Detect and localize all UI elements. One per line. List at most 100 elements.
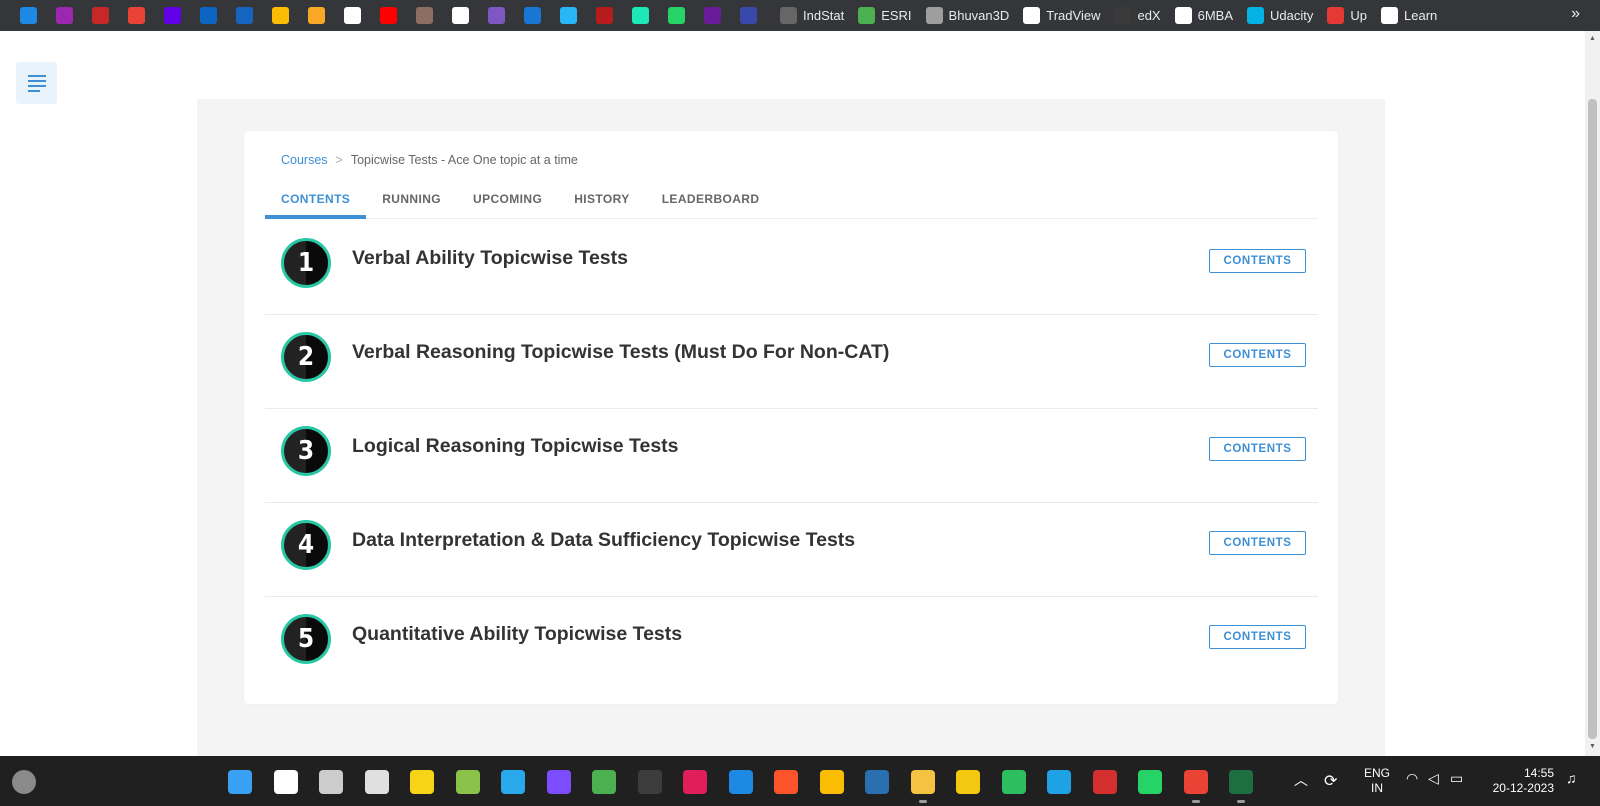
linkedin-icon[interactable] <box>199 7 217 24</box>
breadcrumb-separator: > <box>335 153 343 167</box>
mail-app-icon[interactable] <box>729 770 753 794</box>
u-logo-icon[interactable] <box>487 7 505 24</box>
bookmark-bhuvan3d[interactable]: Bhuvan3D <box>925 7 1010 24</box>
running-indicator <box>919 800 927 803</box>
topic-title[interactable]: Verbal Ability Topicwise Tests <box>352 247 628 270</box>
clock-time: 14:55 <box>1523 766 1554 780</box>
tab-running[interactable]: RUNNING <box>366 189 457 219</box>
list-item: 4 Data Interpretation & Data Sufficiency … <box>265 503 1318 597</box>
menu-list-icon[interactable] <box>16 62 57 104</box>
scroll-thumb[interactable] <box>1588 99 1597 739</box>
tab-leaderboard[interactable]: LEADERBOARD <box>646 189 776 219</box>
notepad-icon[interactable] <box>456 770 480 794</box>
bookmark-up[interactable]: Up <box>1327 7 1367 24</box>
notification-bell-icon[interactable]: ♫ <box>1566 770 1577 786</box>
volume-icon[interactable]: ◁ <box>1428 770 1439 787</box>
brave-icon[interactable] <box>774 770 798 794</box>
bookmark-label: Bhuvan3D <box>948 8 1010 23</box>
vimeo-icon[interactable] <box>631 7 649 24</box>
gmail-icon[interactable] <box>127 7 145 24</box>
s-logo-icon[interactable] <box>559 7 577 24</box>
wifi-icon[interactable]: ◠ <box>1406 770 1418 787</box>
weather-icon[interactable] <box>12 770 36 794</box>
power-bi-icon[interactable] <box>956 770 980 794</box>
bookmark-esri[interactable]: ESRI <box>858 7 912 24</box>
f-logo-icon[interactable] <box>739 7 757 24</box>
bookmark-udacity[interactable]: Udacity <box>1247 7 1313 24</box>
prism-icon[interactable] <box>547 770 571 794</box>
drive-icon[interactable] <box>271 7 289 24</box>
mail-icon[interactable] <box>163 7 181 24</box>
bookmark-learn[interactable]: Learn <box>1381 7 1437 24</box>
pen-icon[interactable] <box>19 7 37 24</box>
bookmarks-overflow-icon[interactable]: » <box>1571 5 1580 23</box>
contents-button[interactable]: CONTENTS <box>1209 625 1306 649</box>
number-badge: 1 <box>281 238 331 288</box>
windows-start-icon[interactable] <box>228 770 252 794</box>
evernote-icon[interactable] <box>1002 770 1026 794</box>
image-icon[interactable] <box>307 7 325 24</box>
whatsapp-icon[interactable] <box>667 7 685 24</box>
contents-button[interactable]: CONTENTS <box>1209 437 1306 461</box>
language-indicator[interactable]: ENG IN <box>1362 766 1392 796</box>
bookmark-6mba[interactable]: 6MBA <box>1174 7 1233 24</box>
snipping-tool-icon[interactable] <box>365 770 389 794</box>
openai-icon[interactable] <box>451 7 469 24</box>
edge-icon[interactable] <box>1047 770 1071 794</box>
tab-history[interactable]: HISTORY <box>558 189 645 219</box>
terminal-icon[interactable] <box>638 770 662 794</box>
contents-button[interactable]: CONTENTS <box>1209 343 1306 367</box>
task-view-icon[interactable] <box>319 770 343 794</box>
contents-button[interactable]: CONTENTS <box>1209 531 1306 555</box>
play-icon[interactable] <box>235 7 253 24</box>
emblem-icon[interactable] <box>415 7 433 24</box>
bookmark-indstat[interactable]: IndStat <box>780 7 844 24</box>
bookmark-label: ESRI <box>881 8 912 23</box>
topic-title[interactable]: Verbal Reasoning Topicwise Tests (Must D… <box>352 341 889 364</box>
topic-title[interactable]: Data Interpretation & Data Sufficiency T… <box>352 529 855 552</box>
slack-icon[interactable] <box>683 770 707 794</box>
search-icon[interactable] <box>274 770 298 794</box>
chrome-icon[interactable] <box>820 770 844 794</box>
bookmark-label: Learn <box>1404 8 1438 23</box>
chevron-up-icon[interactable]: ︿ <box>1294 770 1308 790</box>
file-explorer-icon[interactable] <box>911 770 935 794</box>
scroll-down-icon[interactable]: ▼ <box>1589 743 1596 750</box>
number-badge: 5 <box>281 614 331 664</box>
scroll-up-icon[interactable]: ▲ <box>1589 35 1596 42</box>
sticky-notes-icon[interactable] <box>410 770 434 794</box>
c-logo-icon[interactable] <box>523 7 541 24</box>
scrollbar[interactable]: ▲ ▼ <box>1585 31 1600 756</box>
tab-contents[interactable]: CONTENTS <box>265 189 367 219</box>
bookmarks-bar: IndStat ESRI Bhuvan3D TradView edX 6MBA Udacit… <box>0 0 1600 31</box>
excel-icon[interactable] <box>1229 770 1253 794</box>
number-badge: 3 <box>281 426 331 476</box>
clock[interactable]: 14:55 20-12-2023 <box>1484 766 1554 796</box>
b-logo-icon[interactable] <box>55 7 73 24</box>
bookmark-edx[interactable]: edX <box>1114 7 1161 24</box>
news-icon[interactable] <box>91 7 109 24</box>
topic-title[interactable]: Quantitative Ability Topicwise Tests <box>352 623 682 646</box>
youtube-icon[interactable] <box>379 7 397 24</box>
acrobat-icon[interactable] <box>1093 770 1117 794</box>
battery-icon[interactable]: ▭ <box>1450 770 1463 787</box>
loader-icon[interactable] <box>592 770 616 794</box>
contents-button[interactable]: CONTENTS <box>1209 249 1306 273</box>
bookmark-label: Up <box>1350 8 1367 23</box>
list-item: 3 Logical Reasoning Topicwise Tests CONTEN… <box>265 409 1318 503</box>
sync-icon[interactable]: ⟳ <box>1324 771 1337 791</box>
speedometer-icon[interactable] <box>595 7 613 24</box>
mysql-workbench-icon[interactable] <box>865 770 889 794</box>
telegram-icon[interactable] <box>501 770 525 794</box>
bookmark-tradview[interactable]: TradView <box>1023 7 1100 24</box>
whatsapp-app-icon[interactable] <box>1138 770 1162 794</box>
topic-title[interactable]: Logical Reasoning Topicwise Tests <box>352 435 679 458</box>
google-icon[interactable] <box>343 7 361 24</box>
breadcrumb-current: Topicwise Tests - Ace One topic at a tim… <box>350 153 578 167</box>
breadcrumb-courses-link[interactable]: Courses <box>281 153 328 167</box>
book-icon <box>1174 7 1192 24</box>
upwork-icon[interactable] <box>703 7 721 24</box>
topic-list: 1 Verbal Ability Topicwise Tests CONTENTS 2… <box>265 221 1318 691</box>
tab-upcoming[interactable]: UPCOMING <box>457 189 558 219</box>
chrome-active-icon[interactable] <box>1184 770 1208 794</box>
